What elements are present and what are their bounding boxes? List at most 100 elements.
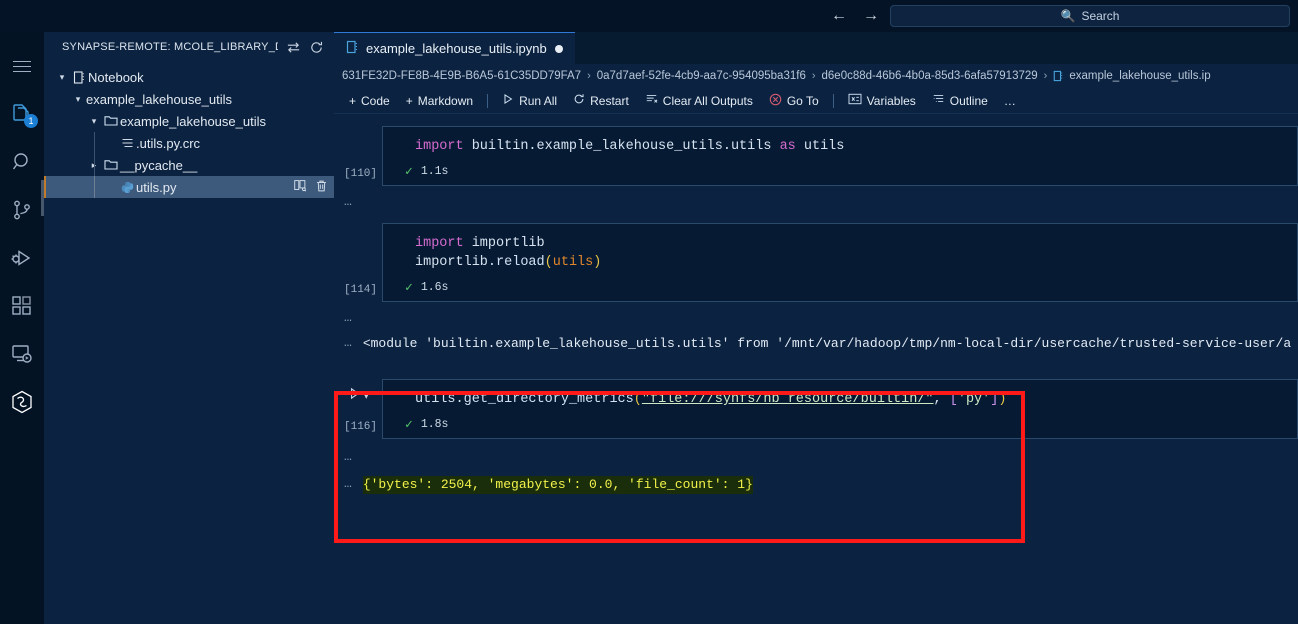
search-icon[interactable] (0, 138, 44, 186)
add-code-cell-button[interactable]: + Code (342, 92, 397, 110)
ellipsis-icon[interactable]: … (344, 194, 353, 209)
activity-bar: 1 (0, 32, 44, 624)
code-token: utils (415, 392, 456, 407)
sidebar-header: SYNAPSE-REMOTE: MCOLE_LIBRARY_DE... (44, 32, 334, 62)
cell-code[interactable]: import builtin.example_lakehouse_utils.u… (383, 127, 1297, 162)
cell-editor[interactable]: utils.get_directory_metrics("file:///syn… (382, 379, 1298, 439)
explorer-icon[interactable]: 1 (0, 90, 44, 138)
forward-arrow-icon[interactable]: → (862, 8, 880, 24)
chevron-down-icon[interactable]: ▾ (70, 94, 86, 105)
clear-all-outputs-button[interactable]: Clear All Outputs (638, 91, 760, 110)
breadcrumb-item-0[interactable]: 631FE32D-FE8B-4E9B-B6A5-61C35DD79FA7 (342, 70, 581, 82)
ellipsis-icon[interactable]: … (344, 310, 353, 325)
chevron-down-icon[interactable]: ▾ (54, 72, 70, 83)
restart-icon (573, 93, 585, 108)
explorer-sidebar: SYNAPSE-REMOTE: MCOLE_LIBRARY_DE... ▾ No… (44, 32, 334, 624)
outline-button[interactable]: Outline (925, 91, 995, 110)
tree-item-label: .utils.py.crc (136, 135, 201, 151)
cell-editor[interactable]: import importlib importlib.reload(utils)… (382, 223, 1298, 302)
code-token-url[interactable]: "file:///synfs/nb_resource/builtin/" (642, 392, 934, 407)
cell-run-controls[interactable]: ▾ (348, 387, 369, 405)
cell-code[interactable]: utils.get_directory_metrics("file:///syn… (383, 380, 1297, 415)
outline-label: Outline (949, 93, 988, 108)
add-code-label: Code (361, 93, 390, 108)
code-token: utils (795, 139, 845, 154)
tree-item-pycache[interactable]: ▸ __pycache__ (44, 154, 334, 176)
hamburger-lines (13, 57, 31, 76)
source-control-icon[interactable] (0, 186, 44, 234)
tree-item-example-lakehouse-utils-root[interactable]: ▾ example_lakehouse_utils (44, 88, 334, 110)
menu-icon[interactable] (0, 42, 44, 90)
search-icon: 🔍 (1060, 9, 1076, 23)
check-icon: ✓ (405, 280, 413, 295)
cell-status: ✓ 1.1s (383, 162, 1297, 185)
breadcrumb-item-1[interactable]: 0a7d7aef-52fe-4cb9-aa7c-954095ba31f6 (597, 70, 806, 82)
cell-editor[interactable]: import builtin.example_lakehouse_utils.u… (382, 126, 1298, 186)
clear-outputs-icon (645, 93, 658, 108)
more-actions-button[interactable]: … (997, 92, 1023, 110)
indent-guide (94, 132, 95, 154)
cell-output-row: … <module 'builtin.example_lakehouse_uti… (334, 335, 1298, 353)
cell-collapse-row: … (334, 194, 1298, 209)
tab-bar: example_lakehouse_utils.ipynb (334, 32, 1298, 64)
code-token: . (455, 392, 464, 407)
tree-item-notebook[interactable]: ▾ Notebook (44, 66, 334, 88)
unsaved-indicator[interactable] (554, 44, 563, 53)
breadcrumb-item-2[interactable]: d6e0c88d-46b6-4b0a-85d3-6afa57913729 (822, 70, 1038, 82)
cell-code[interactable]: import importlib importlib.reload(utils) (383, 224, 1297, 278)
vscode-window: ← → 🔍 Search 1 SYNAPSE-REMOTE: MCOLE_LIB… (0, 0, 1298, 624)
plus-icon: + (349, 93, 357, 108)
code-token: ) (593, 255, 602, 270)
cell-status: ✓ 1.8s (383, 415, 1297, 438)
add-markdown-cell-button[interactable]: + Markdown (399, 92, 480, 110)
tab-example-lakehouse-utils-ipynb[interactable]: example_lakehouse_utils.ipynb (334, 32, 575, 64)
notebook-cell-114[interactable]: [114] import importlib importlib.reload(… (334, 223, 1298, 302)
run-and-debug-icon[interactable] (0, 234, 44, 282)
indent-guide (94, 154, 95, 176)
tree-item-label: example_lakehouse_utils (86, 91, 232, 107)
tab-bar-empty (574, 32, 1298, 64)
cell-status: ✓ 1.6s (383, 278, 1297, 301)
title-bar: ← → 🔍 Search (0, 0, 1298, 32)
notebook-cell-110[interactable]: [110] import builtin.example_lakehouse_u… (334, 126, 1298, 186)
breadcrumb-item-3[interactable]: example_lakehouse_utils.ip (1069, 70, 1210, 82)
folder-icon (102, 159, 120, 171)
play-icon[interactable] (348, 387, 361, 405)
restart-button[interactable]: Restart (566, 91, 636, 110)
extensions-icon[interactable] (0, 282, 44, 330)
notebook-cell-116[interactable]: ▾ [116] utils.get_directory_metrics("fil… (334, 379, 1298, 439)
switch-arrows-icon[interactable] (286, 40, 301, 55)
tree-item-example-lakehouse-utils-folder[interactable]: ▾ example_lakehouse_utils (44, 110, 334, 132)
code-token: reload (496, 255, 545, 270)
tree-item-utils-py[interactable]: utils.py (44, 176, 334, 198)
open-to-side-icon[interactable] (293, 179, 307, 195)
chevron-down-icon[interactable]: ▾ (86, 116, 102, 127)
ellipsis-icon[interactable]: … (344, 335, 353, 350)
go-to-button[interactable]: Go To (762, 91, 826, 111)
code-token: , (933, 392, 950, 407)
variables-label: Variables (866, 93, 916, 108)
notebook-body: [110] import builtin.example_lakehouse_u… (334, 114, 1298, 624)
ellipsis-icon[interactable]: … (344, 476, 353, 491)
check-icon: ✓ (405, 417, 413, 432)
trash-icon[interactable] (315, 179, 328, 196)
code-token: import (415, 236, 464, 251)
refresh-icon[interactable] (309, 40, 324, 55)
run-all-button[interactable]: Run All (495, 91, 564, 110)
execution-duration: 1.6s (420, 281, 449, 294)
code-token: [ (949, 392, 958, 407)
execution-duration: 1.1s (420, 165, 449, 178)
back-arrow-icon[interactable]: ← (830, 8, 848, 24)
remote-explorer-icon[interactable] (0, 330, 44, 378)
search-input[interactable]: 🔍 Search (890, 5, 1290, 27)
notebook-toolbar: + Code + Markdown Run All Restart Clear … (334, 88, 1298, 114)
tree-item-utils-py-crc[interactable]: .utils.py.crc (44, 132, 334, 154)
variables-button[interactable]: Variables (841, 91, 923, 110)
ellipsis-icon[interactable]: … (344, 449, 353, 464)
synapse-icon[interactable] (0, 378, 44, 426)
cell-collapse-row: … (334, 310, 1298, 325)
chevron-down-icon[interactable]: ▾ (364, 391, 369, 402)
tree-item-label: example_lakehouse_utils (120, 113, 266, 129)
explorer-badge: 1 (24, 114, 38, 128)
execution-count: [116] (344, 421, 378, 433)
